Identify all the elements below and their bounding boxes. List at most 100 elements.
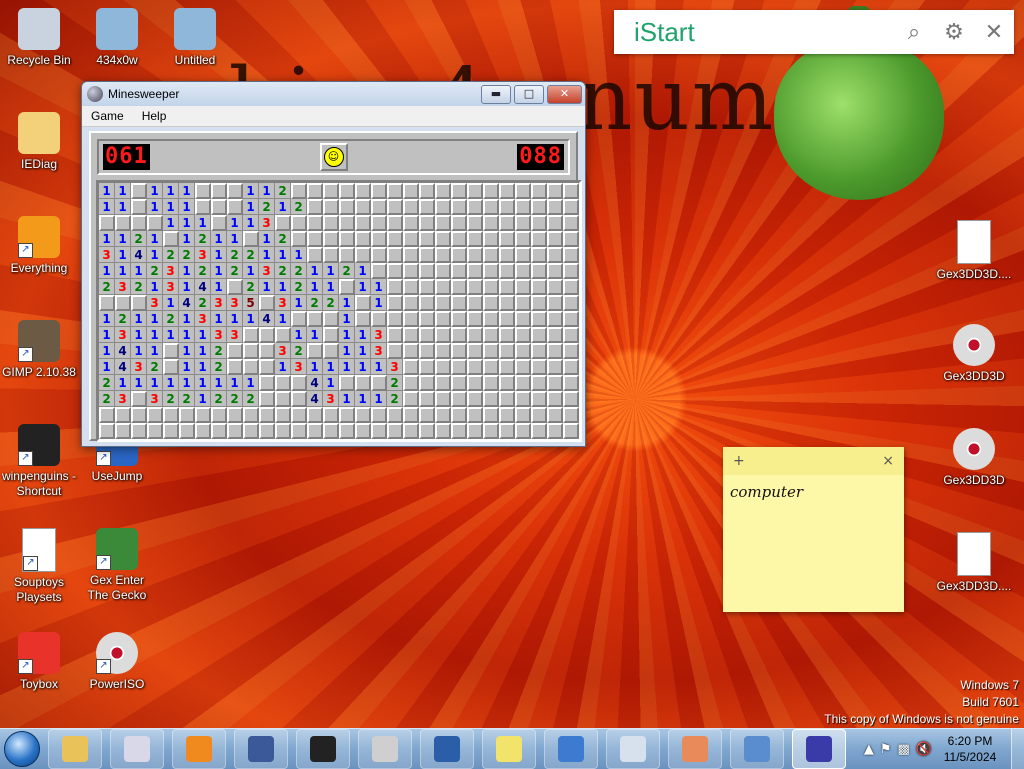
taskbar-facebook-button[interactable]: [234, 729, 288, 769]
mine-cell[interactable]: 1: [147, 183, 163, 199]
mine-cell[interactable]: [307, 407, 323, 423]
mine-cell[interactable]: [387, 311, 403, 327]
menu-game[interactable]: Game: [82, 109, 133, 123]
mine-cell[interactable]: [467, 263, 483, 279]
mine-cell[interactable]: [435, 279, 451, 295]
mine-cell[interactable]: [403, 407, 419, 423]
mine-cell[interactable]: [355, 311, 371, 327]
desktop-icon[interactable]: Gex3DD3D....: [936, 220, 1012, 282]
mine-cell[interactable]: [563, 231, 579, 247]
mine-cell[interactable]: 1: [179, 231, 195, 247]
mine-cell[interactable]: [515, 327, 531, 343]
mine-cell[interactable]: 2: [243, 247, 259, 263]
mine-cell[interactable]: [563, 311, 579, 327]
mine-cell[interactable]: 1: [115, 247, 131, 263]
mine-cell[interactable]: 2: [131, 231, 147, 247]
mine-cell[interactable]: [323, 199, 339, 215]
taskbar-calculator-button[interactable]: [606, 729, 660, 769]
mine-cell[interactable]: [243, 407, 259, 423]
mine-cell[interactable]: [515, 311, 531, 327]
mine-cell[interactable]: [211, 407, 227, 423]
mine-cell[interactable]: [435, 199, 451, 215]
mine-cell[interactable]: [483, 327, 499, 343]
mine-cell[interactable]: [435, 391, 451, 407]
mine-cell[interactable]: 1: [179, 359, 195, 375]
mine-cell[interactable]: 1: [355, 327, 371, 343]
mine-cell[interactable]: [243, 231, 259, 247]
mine-cell[interactable]: [563, 391, 579, 407]
mine-cell[interactable]: [419, 295, 435, 311]
mine-cell[interactable]: [467, 343, 483, 359]
mine-cell[interactable]: [483, 407, 499, 423]
mine-cell[interactable]: [547, 423, 563, 439]
mine-cell[interactable]: [291, 215, 307, 231]
mine-cell[interactable]: 1: [115, 183, 131, 199]
mine-cell[interactable]: [419, 263, 435, 279]
mine-cell[interactable]: [531, 375, 547, 391]
mine-cell[interactable]: [499, 183, 515, 199]
mine-cell[interactable]: 1: [355, 343, 371, 359]
mine-cell[interactable]: 1: [275, 247, 291, 263]
mine-cell[interactable]: 1: [211, 231, 227, 247]
mine-cell[interactable]: [435, 423, 451, 439]
mine-cell[interactable]: [531, 311, 547, 327]
mine-cell[interactable]: 2: [99, 375, 115, 391]
mine-cell[interactable]: [163, 343, 179, 359]
mine-cell[interactable]: 1: [371, 295, 387, 311]
mine-cell[interactable]: [147, 423, 163, 439]
mine-cell[interactable]: [435, 247, 451, 263]
mine-cell[interactable]: [467, 375, 483, 391]
mine-cell[interactable]: [291, 231, 307, 247]
mine-cell[interactable]: [547, 215, 563, 231]
mine-cell[interactable]: [387, 247, 403, 263]
mine-cell[interactable]: 3: [115, 391, 131, 407]
mine-cell[interactable]: [291, 375, 307, 391]
desktop-icon[interactable]: ↗ Souptoys Playsets: [1, 528, 77, 605]
mine-cell[interactable]: 4: [195, 279, 211, 295]
mine-cell[interactable]: [387, 215, 403, 231]
mine-cell[interactable]: [243, 423, 259, 439]
mine-cell[interactable]: [259, 327, 275, 343]
mine-cell[interactable]: [419, 247, 435, 263]
mine-cell[interactable]: 1: [259, 183, 275, 199]
mine-cell[interactable]: 1: [147, 311, 163, 327]
mine-cell[interactable]: 1: [339, 311, 355, 327]
mine-cell[interactable]: [467, 247, 483, 263]
mine-cell[interactable]: [515, 359, 531, 375]
mine-cell[interactable]: 1: [291, 247, 307, 263]
mine-cell[interactable]: [515, 295, 531, 311]
mine-cell[interactable]: [483, 295, 499, 311]
mine-cell[interactable]: 1: [243, 375, 259, 391]
mine-cell[interactable]: 1: [355, 359, 371, 375]
mine-cell[interactable]: [547, 375, 563, 391]
mine-cell[interactable]: [211, 183, 227, 199]
close-icon[interactable]: ✕: [974, 20, 1014, 45]
volume-muted-icon[interactable]: 🔇: [916, 742, 932, 757]
mine-cell[interactable]: [483, 247, 499, 263]
mine-cell[interactable]: [259, 295, 275, 311]
mine-cell[interactable]: [131, 391, 147, 407]
mine-cell[interactable]: [355, 247, 371, 263]
mine-cell[interactable]: [403, 391, 419, 407]
mine-cell[interactable]: [275, 375, 291, 391]
mine-cell[interactable]: [451, 343, 467, 359]
mine-cell[interactable]: [483, 231, 499, 247]
mine-cell[interactable]: [339, 423, 355, 439]
mine-cell[interactable]: 3: [99, 247, 115, 263]
mine-cell[interactable]: [547, 343, 563, 359]
mine-cell[interactable]: 2: [291, 343, 307, 359]
mine-cell[interactable]: [323, 423, 339, 439]
mine-cell[interactable]: [291, 407, 307, 423]
mine-cell[interactable]: [355, 183, 371, 199]
mine-cell[interactable]: 1: [115, 231, 131, 247]
desktop-icon[interactable]: Gex3DD3D....: [936, 532, 1012, 594]
mine-cell[interactable]: [131, 295, 147, 311]
mine-cell[interactable]: [259, 343, 275, 359]
mine-cell[interactable]: 2: [227, 247, 243, 263]
mine-cell[interactable]: [259, 359, 275, 375]
taskbar-sticky-notes-button[interactable]: [482, 729, 536, 769]
mine-cell[interactable]: [323, 327, 339, 343]
close-button[interactable]: ✕: [547, 84, 582, 104]
mine-cell[interactable]: 2: [163, 391, 179, 407]
taskbar-paint-tool-button[interactable]: [110, 729, 164, 769]
